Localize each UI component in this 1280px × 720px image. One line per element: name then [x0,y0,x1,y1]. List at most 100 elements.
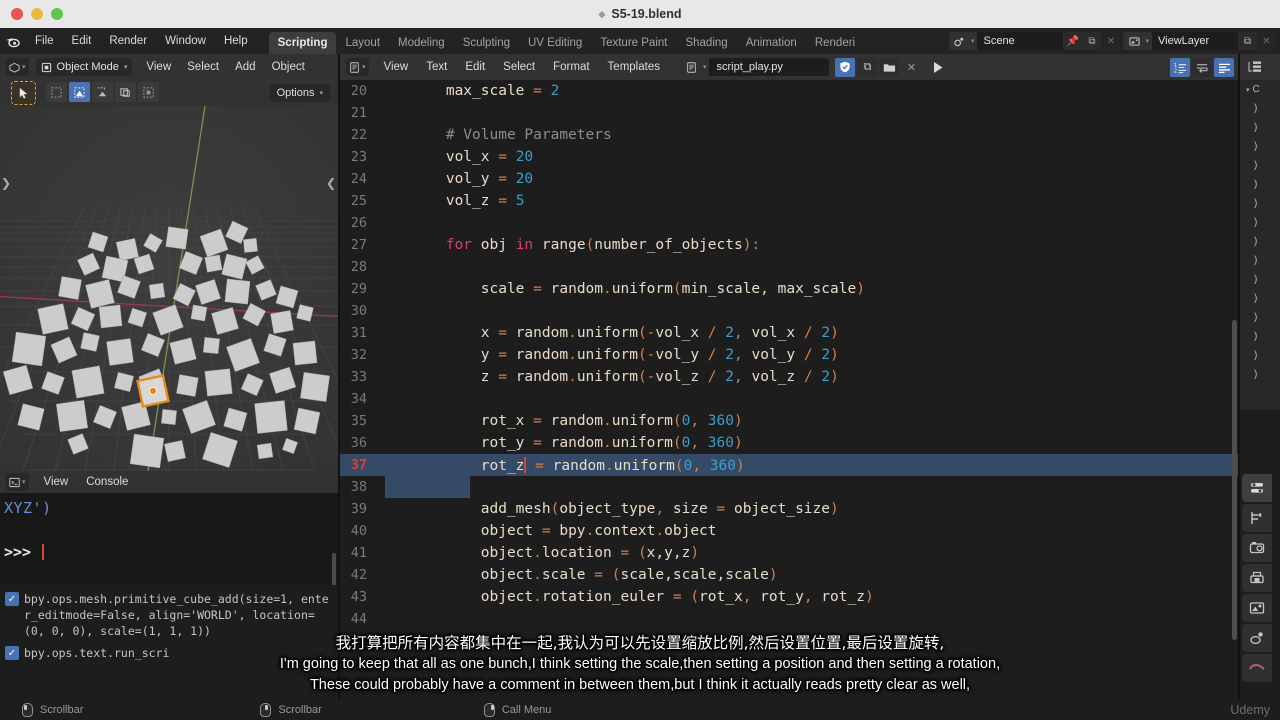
info-log-editor[interactable]: ✓ bpy.ops.mesh.primitive_cube_add(size=1… [0,585,338,700]
editor-menu-view[interactable]: View [375,61,418,73]
select-box-icon[interactable] [46,82,67,102]
outliner-object-row[interactable]: ) [1240,213,1280,232]
outliner-object-row[interactable]: ) [1240,365,1280,384]
code-line[interactable]: 20 max_scale = 2 [340,80,1240,102]
workspace-tab-layout[interactable]: Layout [336,32,389,54]
duplicate-icon[interactable]: ⧉ [1238,32,1257,50]
outliner-object-row[interactable]: ) [1240,232,1280,251]
check-icon[interactable]: ✓ [5,592,19,606]
scene-tab[interactable] [1242,624,1272,652]
open-text-button[interactable] [879,57,900,77]
console-prompt-line[interactable]: >>> [4,543,334,561]
code-line[interactable]: 21 [340,102,1240,124]
menu-window[interactable]: Window [156,28,215,54]
editor-menu-edit[interactable]: Edit [456,61,494,73]
code-line[interactable]: 41 object.location = (x,y,z) [340,542,1240,564]
workspace-tab-scripting[interactable]: Scripting [268,32,337,54]
editor-type-console-icon[interactable]: ▾ [6,473,29,491]
new-text-button[interactable]: ⧉ [857,57,878,77]
code-line[interactable]: 44 [340,608,1240,630]
blender-logo-icon[interactable] [0,28,26,54]
code-line[interactable]: 33 z = random.uniform(-vol_z / 2, vol_z … [340,366,1240,388]
outliner-object-row[interactable]: ) [1240,156,1280,175]
code-line[interactable]: 35 rot_x = random.uniform(0, 360) [340,410,1240,432]
code-line[interactable]: 23 vol_x = 20 [340,146,1240,168]
outliner-object-row[interactable]: ) [1240,327,1280,346]
object-mode-dropdown[interactable]: Object Mode ▾ [35,58,133,76]
code-line[interactable]: 25 vol_z = 5 [340,190,1240,212]
printer-tab[interactable] [1242,564,1272,592]
word-wrap-toggle[interactable] [1192,58,1212,77]
code-line[interactable]: 26 [340,212,1240,234]
code-line[interactable]: 39 add_mesh(object_type, size = object_s… [340,498,1240,520]
render-tab[interactable] [1242,504,1272,532]
outliner-object-row[interactable]: ) [1240,308,1280,327]
outliner-object-row[interactable]: ) [1240,194,1280,213]
viewlayer-name[interactable]: ViewLayer [1152,32,1238,50]
viewlayer-datablock[interactable]: ▾ ViewLayer ⧉ ✕ [1123,32,1276,50]
code-line[interactable]: 43 object.rotation_euler = (rot_x, rot_y… [340,586,1240,608]
chevron-down-icon[interactable]: ▾ [1246,86,1250,94]
outliner-object-row[interactable]: ) [1240,251,1280,270]
workspace-tab-sculpting[interactable]: Sculpting [454,32,519,54]
code-line[interactable]: 24 vol_y = 20 [340,168,1240,190]
code-scrollbar[interactable] [1232,320,1237,640]
scene-datablock[interactable]: ▾ Scene 📌 ⧉ ✕ [948,32,1121,50]
editor-menu-format[interactable]: Format [544,61,598,73]
code-line[interactable]: 32 y = random.uniform(-vol_y / 2, vol_y … [340,344,1240,366]
editor-menu-templates[interactable]: Templates [599,61,669,73]
viewport-menu-object[interactable]: Object [264,61,313,73]
workspace-tab-uv-editing[interactable]: UV Editing [519,32,591,54]
viewport-menu-view[interactable]: View [138,61,179,73]
check-icon[interactable]: ✓ [5,646,19,660]
viewport-canvas[interactable]: ❯ ❮ [0,106,338,471]
select-lasso-icon[interactable] [92,82,113,102]
code-line[interactable]: 42 object.scale = (scale,scale,scale) [340,564,1240,586]
editor-type-outliner-icon[interactable] [1248,58,1262,77]
viewport-menu-select[interactable]: Select [179,61,227,73]
text-datablock-selector[interactable]: ▾ script_play.py [680,58,830,76]
editor-type-text-icon[interactable]: ▾ [346,58,369,76]
workspace-tab-shading[interactable]: Shading [676,32,736,54]
console-menu-view[interactable]: View [35,476,78,488]
editor-menu-text[interactable]: Text [417,61,456,73]
workspace-tab-modeling[interactable]: Modeling [389,32,454,54]
code-line[interactable]: 40 object = bpy.context.object [340,520,1240,542]
select-invert-icon[interactable] [138,82,159,102]
outliner-object-row[interactable]: ) [1240,137,1280,156]
viewport-menu-add[interactable]: Add [227,61,263,73]
editor-type-3dview-icon[interactable]: ▾ [6,58,29,76]
outliner-object-row[interactable]: ) [1240,118,1280,137]
tool-tab[interactable] [1242,474,1272,502]
editor-divider-left[interactable] [338,54,340,700]
pin-icon[interactable]: 📌 [1063,32,1083,50]
select-circle-icon[interactable] [69,82,90,102]
duplicate-icon[interactable]: ⧉ [1082,32,1102,50]
code-line[interactable]: 31 x = random.uniform(-vol_x / 2, vol_x … [340,322,1240,344]
select-extend-icon[interactable] [115,82,136,102]
workspace-tab-rendering[interactable]: Renderi [806,32,864,54]
menu-help[interactable]: Help [215,28,257,54]
code-line[interactable]: 28 [340,256,1240,278]
list-item[interactable]: ✓ bpy.ops.mesh.primitive_cube_add(size=1… [0,589,338,643]
workspace-tab-animation[interactable]: Animation [737,32,806,54]
code-canvas[interactable]: 20 max_scale = 2 21 22 # Volume Parameters… [340,80,1240,700]
code-line[interactable]: 38 [340,476,1240,498]
viewlayer-tab[interactable] [1242,594,1272,622]
register-toggle-button[interactable] [835,57,856,77]
menu-file[interactable]: File [26,28,63,54]
line-numbers-toggle[interactable]: 12 [1170,58,1190,77]
close-icon[interactable]: ✕ [1101,32,1121,50]
menu-edit[interactable]: Edit [63,28,101,54]
outliner-object-row[interactable]: ) [1240,346,1280,365]
console-menu-console[interactable]: Console [77,476,137,488]
outliner-object-row[interactable]: ) [1240,289,1280,308]
viewport-options-dropdown[interactable]: Options ▾ [269,84,330,102]
tweak-cursor-icon[interactable] [11,81,36,105]
world-tab[interactable] [1242,654,1272,682]
menu-render[interactable]: Render [100,28,156,54]
output-tab[interactable] [1242,534,1272,562]
close-icon[interactable]: ✕ [1257,32,1276,50]
outliner-object-row[interactable]: ) [1240,99,1280,118]
workspace-tab-texture-paint[interactable]: Texture Paint [591,32,676,54]
